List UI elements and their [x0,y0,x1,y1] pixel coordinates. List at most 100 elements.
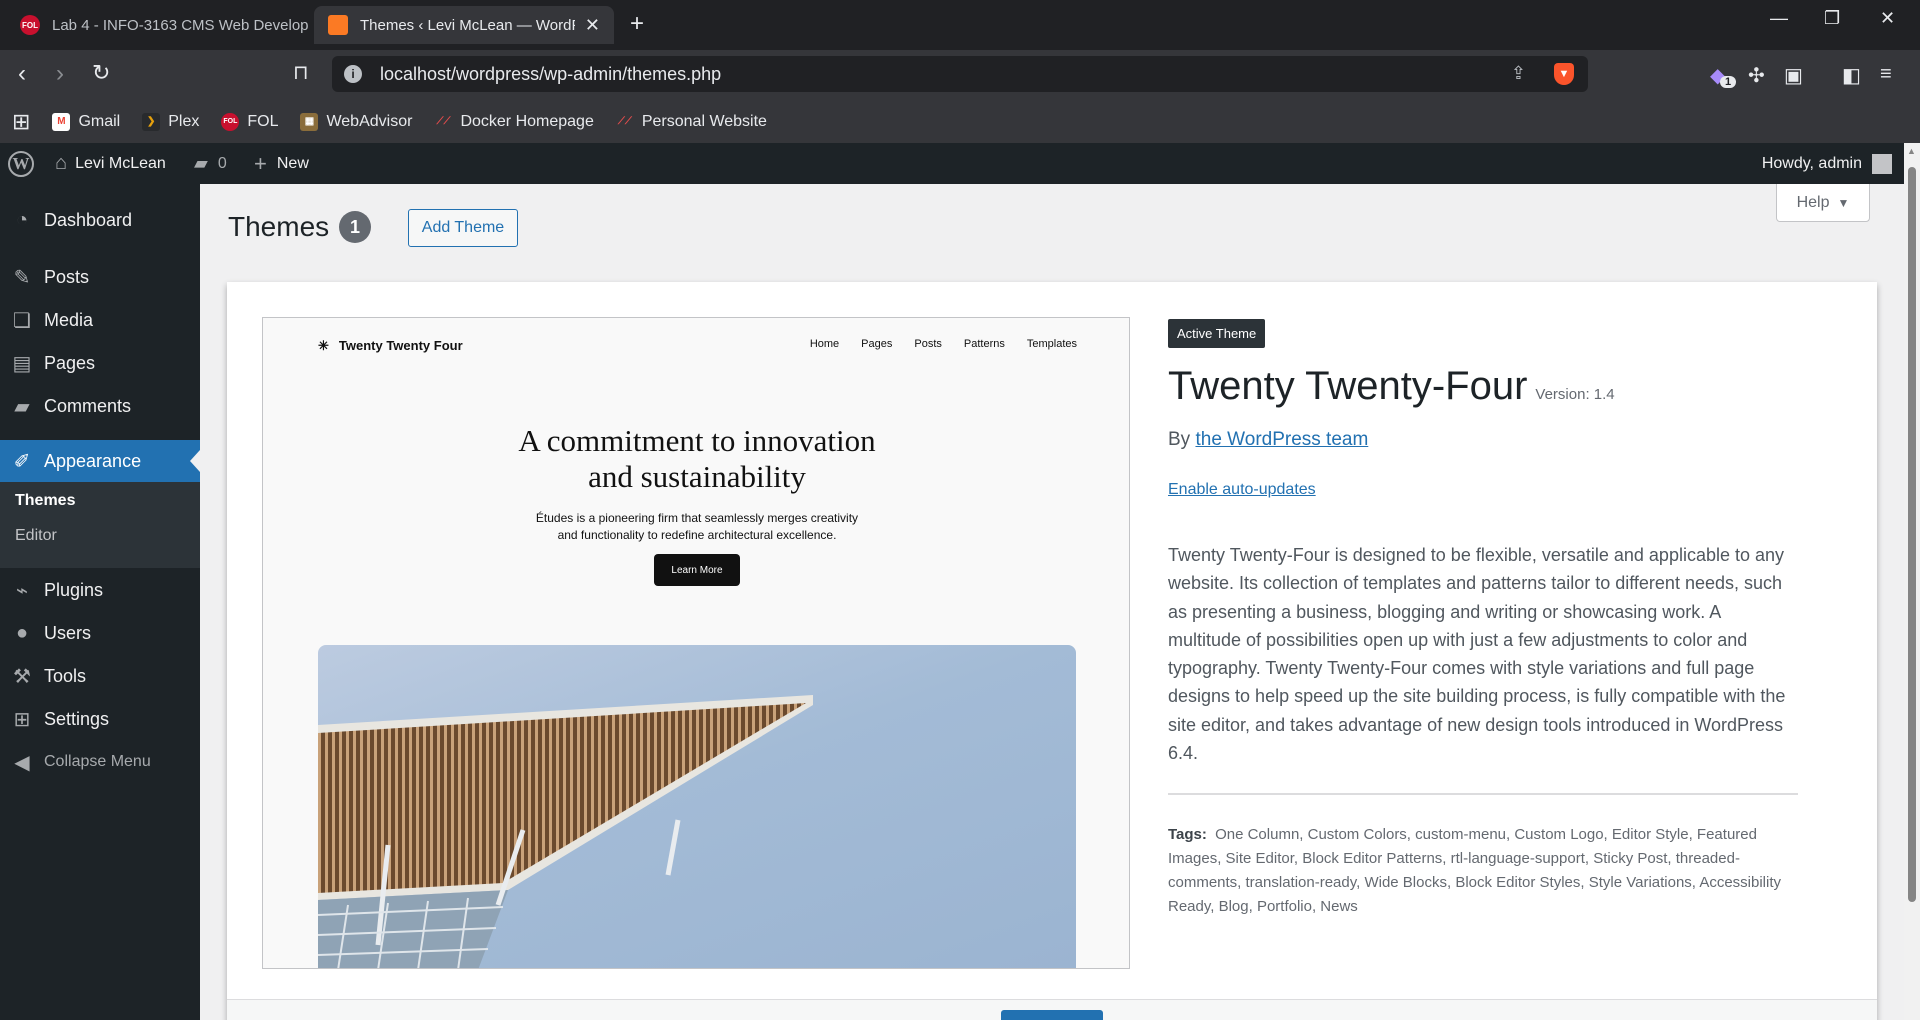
theme-count: 1 [339,211,371,243]
brush-icon: ✐ [13,450,31,473]
bookmark-label: FOL [247,112,279,130]
divider [1168,793,1798,796]
menu-users[interactable]: ● Users [0,612,200,654]
bookmark-webadvisor[interactable]: ▦ WebAdvisor [300,112,412,131]
submenu-themes[interactable]: Themes [15,492,75,510]
gmail-icon: M [52,112,71,131]
tab-themes[interactable]: Themes ‹ Levi McLean — WordPress ✕ [314,6,614,44]
forward-icon[interactable]: › [56,60,64,88]
xampp-favicon-icon [328,15,348,35]
new-tab-button[interactable]: + [630,10,644,38]
bookmark-icon[interactable]: ⊓ [293,60,309,85]
settings-icon: ⊞ [13,708,31,731]
menu-label: Pages [44,352,96,373]
screenshot-nav-item: Patterns [963,338,1005,350]
customize-button[interactable] [1001,1010,1103,1020]
menu-label: Collapse Menu [44,753,151,770]
minimize-icon[interactable]: — [1770,8,1788,29]
menu-label: Media [44,309,94,330]
brave-shields-icon[interactable]: ▼ [1554,63,1574,85]
bookmark-plex[interactable]: ❯ Plex [142,112,199,131]
menu-collapse[interactable]: ◀ Collapse Menu [0,741,200,783]
page-scrollbar[interactable]: ▲ [1904,143,1920,1020]
webadvisor-icon: ▦ [300,112,319,131]
new-label: New [276,154,309,172]
docker-icon: ⟋⟋ [436,116,451,127]
my-account-menu[interactable]: Howdy, admin [1762,143,1892,184]
bookmark-label: Gmail [78,112,121,130]
page-title: Themes [228,211,330,242]
tab-title: Lab 4 - INFO-3163 CMS Web Develop [52,16,309,34]
back-icon[interactable]: ‹ [18,60,26,88]
bookmarks-bar: ⊞ M Gmail ❯ Plex FOL FOL ▦ WebAdvisor ⟋⟋… [0,100,1920,143]
theme-author: By the WordPress team [1168,429,1798,451]
howdy-text: Howdy, admin [1761,154,1862,172]
menu-label: Plugins [44,579,104,600]
close-tab-icon[interactable]: ✕ [575,15,600,36]
reload-icon[interactable]: ↻ [92,60,110,86]
plus-icon: + [254,150,267,176]
menu-label: Dashboard [44,209,133,230]
tab-lab4[interactable]: FOL Lab 4 - INFO-3163 CMS Web Develop [6,6,310,44]
extensions-icon[interactable]: ✣ [1748,63,1765,88]
admin-sidebar: ◔ Dashboard ✎ Posts ❏ Media ▤ Pages ▰ Co… [0,184,200,1020]
enable-auto-updates-link[interactable]: Enable auto-updates [1168,481,1798,499]
menu-plugins[interactable]: ⌁ Plugins [0,569,200,611]
main-content: Help ▼ Themes 1 Add Theme ✳ Twenty Twenty… [200,184,1904,1020]
screenshot-nav-item: Templates [1026,338,1077,350]
address-bar[interactable]: i localhost/wordpress/wp-admin/themes.ph… [332,56,1588,92]
restore-icon[interactable]: ❐ [1824,8,1840,29]
menu-icon[interactable]: ≡ [1880,63,1892,86]
menu-settings[interactable]: ⊞ Settings [0,698,200,740]
extension-badge: 1 [1720,76,1737,88]
site-name-menu[interactable]: ⌂ Levi McLean [55,143,166,184]
bookmark-fol[interactable]: FOL FOL [221,112,279,131]
submenu-editor[interactable]: Editor [15,527,57,545]
tab-strip: FOL Lab 4 - INFO-3163 CMS Web Develop Th… [0,0,1920,50]
menu-label: Posts [44,266,90,287]
menu-dashboard[interactable]: ◔ Dashboard [0,199,200,241]
bookmark-gmail[interactable]: M Gmail [52,112,121,131]
bookmark-label: Docker Homepage [460,112,594,130]
site-info-icon[interactable]: i [344,65,362,83]
menu-label: Users [44,622,92,643]
close-window-icon[interactable]: ✕ [1880,8,1895,29]
menu-media[interactable]: ❏ Media [0,299,200,341]
url-text[interactable]: localhost/wordpress/wp-admin/themes.php [380,64,721,85]
share-icon[interactable]: ⇪ [1511,63,1526,85]
comments-icon: ▰ [14,395,30,418]
theme-tags: Tags: One Column, Custom Colors, custom-… [1168,823,1798,919]
pages-icon: ▤ [12,352,32,375]
scroll-up-icon[interactable]: ▲ [1907,146,1916,156]
site-name: Levi McLean [75,154,166,172]
comments-menu[interactable]: ▰ 0 [194,143,227,184]
theme-name-heading: Twenty Twenty-Four Version: 1.4 [1168,364,1798,409]
plug-icon: ⌁ [15,579,29,602]
menu-tools[interactable]: ⚒ Tools [0,655,200,697]
menu-appearance[interactable]: ✐ Appearance [0,440,200,482]
author-link[interactable]: the WordPress team [1195,429,1368,450]
theme-actions-bar [227,999,1877,1020]
screenshot-site-title: Twenty Twenty Four [338,338,463,353]
wallet-icon[interactable]: ▣ [1784,63,1803,88]
apps-grid-icon[interactable]: ⊞ [12,109,30,135]
sidebar-toggle-icon[interactable]: ◧ [1842,63,1861,88]
help-tab[interactable]: Help ▼ [1776,184,1870,222]
fol-icon: FOL [221,112,240,131]
bookmark-docker[interactable]: ⟋⟋ Docker Homepage [434,113,593,131]
avatar [1872,153,1892,174]
menu-posts[interactable]: ✎ Posts [0,256,200,298]
add-theme-button[interactable]: Add Theme [408,209,518,247]
help-label: Help [1796,193,1830,211]
new-content-menu[interactable]: + New [254,143,309,184]
menu-comments[interactable]: ▰ Comments [0,385,200,427]
caret-down-icon: ▼ [1837,195,1850,210]
wp-logo-menu[interactable]: W [8,143,34,184]
fol-favicon-icon: FOL [20,15,40,35]
browser-toolbar: ‹ › ↻ ⊓ i localhost/wordpress/wp-admin/t… [0,50,1920,100]
media-icon: ❏ [13,309,31,332]
scroll-thumb[interactable] [1908,167,1916,902]
appearance-submenu: Themes Editor [0,482,200,568]
bookmark-personal-website[interactable]: ⟋⟋ Personal Website [616,113,767,131]
menu-pages[interactable]: ▤ Pages [0,342,200,384]
